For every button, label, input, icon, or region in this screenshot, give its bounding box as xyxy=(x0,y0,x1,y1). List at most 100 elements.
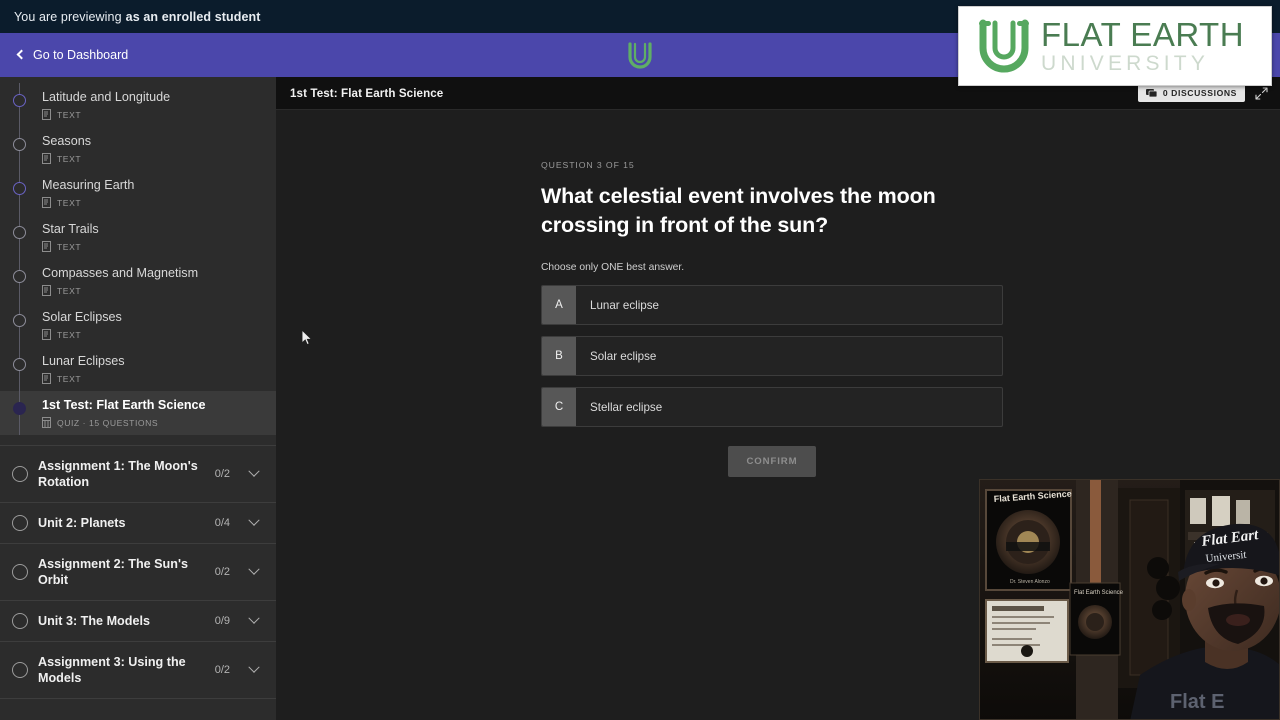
text-document-icon xyxy=(42,373,51,384)
sidebar-section-item[interactable]: Unit 2: Planets 0/4 xyxy=(0,503,276,544)
lesson-title: Lunar Eclipses xyxy=(42,354,125,368)
sidebar-lesson-item[interactable]: Latitude and Longitude TEXT xyxy=(0,83,276,127)
lesson-title: Star Trails xyxy=(42,222,99,236)
section-count: 0/2 xyxy=(214,664,230,676)
lesson-status-dot xyxy=(13,138,26,151)
sidebar-lesson-item[interactable]: Lunar Eclipses TEXT xyxy=(0,347,276,391)
question-text: What celestial event involves the moon c… xyxy=(541,184,936,237)
answer-option-b[interactable]: B Solar eclipse xyxy=(541,336,1003,376)
lesson-meta: TEXT xyxy=(42,197,262,208)
answer-text: Stellar eclipse xyxy=(590,400,663,414)
quiz-inner: QUESTION 3 OF 15 What celestial event in… xyxy=(541,160,1003,477)
sidebar-lesson-item-active[interactable]: 1st Test: Flat Earth Science QUIZ · 15 Q… xyxy=(0,391,276,435)
preview-banner-role: as an enrolled student xyxy=(125,9,261,24)
lesson-list: Latitude and Longitude TEXT Seasons TEXT xyxy=(0,77,276,435)
lesson-meta-label: TEXT xyxy=(57,197,82,208)
webcam-poster2-title: Flat Earth Science xyxy=(1074,590,1124,596)
answer-option-c[interactable]: C Stellar eclipse xyxy=(541,387,1003,427)
go-to-dashboard-link[interactable]: Go to Dashboard xyxy=(16,48,128,62)
section-progress-circle-icon xyxy=(12,662,28,678)
answer-letter: A xyxy=(542,286,576,324)
quiz-container: QUESTION 3 OF 15 What celestial event in… xyxy=(276,110,1280,477)
text-document-icon xyxy=(42,153,51,164)
lesson-meta-label: TEXT xyxy=(57,329,82,340)
discussions-label: 0 DISCUSSIONS xyxy=(1162,88,1237,98)
text-document-icon xyxy=(42,329,51,340)
lesson-meta: TEXT xyxy=(42,109,262,120)
section-count: 0/9 xyxy=(214,615,230,627)
section-count: 0/2 xyxy=(214,468,230,480)
answer-text: Solar eclipse xyxy=(590,349,657,363)
sidebar-lesson-item[interactable]: Solar Eclipses TEXT xyxy=(0,303,276,347)
lesson-meta: TEXT xyxy=(42,285,262,296)
chevron-down-icon[interactable] xyxy=(248,465,260,477)
content-title: 1st Test: Flat Earth Science xyxy=(290,86,444,100)
app-root: You are previewing as an enrolled studen… xyxy=(0,0,1280,720)
answer-letter: B xyxy=(542,337,576,375)
lesson-status-dot xyxy=(13,182,26,195)
discussions-button[interactable]: 0 DISCUSSIONS xyxy=(1137,84,1245,102)
text-document-icon xyxy=(42,109,51,120)
sidebar-section-item[interactable]: Assignment 3: Using the Models 0/2 xyxy=(0,642,276,699)
chevron-down-icon[interactable] xyxy=(248,612,260,624)
section-title: Unit 2: Planets xyxy=(38,516,126,530)
thinkific-footer: TEACH ONLINE WITH THINKIFIC xyxy=(0,699,276,720)
section-title: Unit 3: The Models xyxy=(38,614,150,628)
text-document-icon xyxy=(42,285,51,296)
lesson-meta-label: QUIZ · 15 QUESTIONS xyxy=(57,417,159,428)
lesson-title: Solar Eclipses xyxy=(42,310,122,324)
sidebar-section-item[interactable]: Assignment 1: The Moon's Rotation 0/2 xyxy=(0,446,276,503)
section-title: Assignment 3: Using the Models xyxy=(38,655,186,685)
chevron-down-icon[interactable] xyxy=(248,563,260,575)
lesson-meta: QUIZ · 15 QUESTIONS xyxy=(42,417,262,428)
answer-letter: C xyxy=(542,388,576,426)
content-header-actions: 0 DISCUSSIONS xyxy=(1137,84,1280,102)
preview-banner-text: You are previewing xyxy=(14,9,122,24)
answer-text: Lunar eclipse xyxy=(590,298,659,312)
sidebar-lesson-item[interactable]: Seasons TEXT xyxy=(0,127,276,171)
sidebar-section-item[interactable]: Assignment 2: The Sun's Orbit 0/2 xyxy=(0,544,276,601)
lesson-title: Latitude and Longitude xyxy=(42,90,171,104)
lesson-meta: TEXT xyxy=(42,241,262,252)
section-title: Assignment 2: The Sun's Orbit xyxy=(38,557,188,587)
lesson-title: 1st Test: Flat Earth Science xyxy=(42,398,206,412)
expand-arrows-icon[interactable] xyxy=(1255,86,1268,100)
answer-option-a[interactable]: A Lunar eclipse xyxy=(541,285,1003,325)
lesson-meta: TEXT xyxy=(42,329,262,340)
text-document-icon xyxy=(42,197,51,208)
section-progress-circle-icon xyxy=(12,564,28,580)
lesson-status-dot xyxy=(13,94,26,107)
webcam-video-frame: Flat Earth Science Dr. Steven Alonzo Fla… xyxy=(980,480,1279,719)
sidebar-lesson-item[interactable]: Star Trails TEXT xyxy=(0,215,276,259)
chevron-left-icon xyxy=(16,49,27,60)
lesson-title: Measuring Earth xyxy=(42,178,135,192)
sidebar-section-item[interactable]: Unit 3: The Models 0/9 xyxy=(0,601,276,642)
lesson-status-dot xyxy=(13,270,26,283)
confirm-row: CONFIRM xyxy=(541,446,1003,477)
sidebar-lesson-item[interactable]: Compasses and Magnetism TEXT xyxy=(0,259,276,303)
lesson-meta-label: TEXT xyxy=(57,153,82,164)
section-count: 0/2 xyxy=(214,566,230,578)
section-title: Assignment 1: The Moon's Rotation xyxy=(38,459,198,489)
webcam-poster-author: Dr. Steven Alonzo xyxy=(1010,579,1050,585)
course-sidebar[interactable]: Latitude and Longitude TEXT Seasons TEXT xyxy=(0,77,276,720)
section-progress-circle-icon xyxy=(12,466,28,482)
lesson-meta-label: TEXT xyxy=(57,241,82,252)
u-logo-icon xyxy=(623,40,657,70)
brand-line-2: UNIVERSITY xyxy=(1041,52,1210,75)
brand-wordmark: FLAT EARTH UNIVERSITY xyxy=(1041,18,1244,74)
lesson-status-dot xyxy=(13,226,26,239)
lesson-meta-label: TEXT xyxy=(57,109,82,120)
chevron-down-icon[interactable] xyxy=(248,514,260,526)
question-instruction: Choose only ONE best answer. xyxy=(541,262,685,273)
chevron-down-icon[interactable] xyxy=(248,661,260,673)
text-document-icon xyxy=(42,241,51,252)
answer-options: A Lunar eclipse B Solar eclipse C Stella… xyxy=(541,285,1003,427)
lesson-title: Seasons xyxy=(42,134,92,148)
mouse-cursor xyxy=(301,329,313,346)
lesson-meta: TEXT xyxy=(42,153,262,164)
section-count: 0/4 xyxy=(214,517,230,529)
confirm-button[interactable]: CONFIRM xyxy=(728,446,816,477)
sidebar-lesson-item[interactable]: Measuring Earth TEXT xyxy=(0,171,276,215)
section-progress-circle-icon xyxy=(12,613,28,629)
